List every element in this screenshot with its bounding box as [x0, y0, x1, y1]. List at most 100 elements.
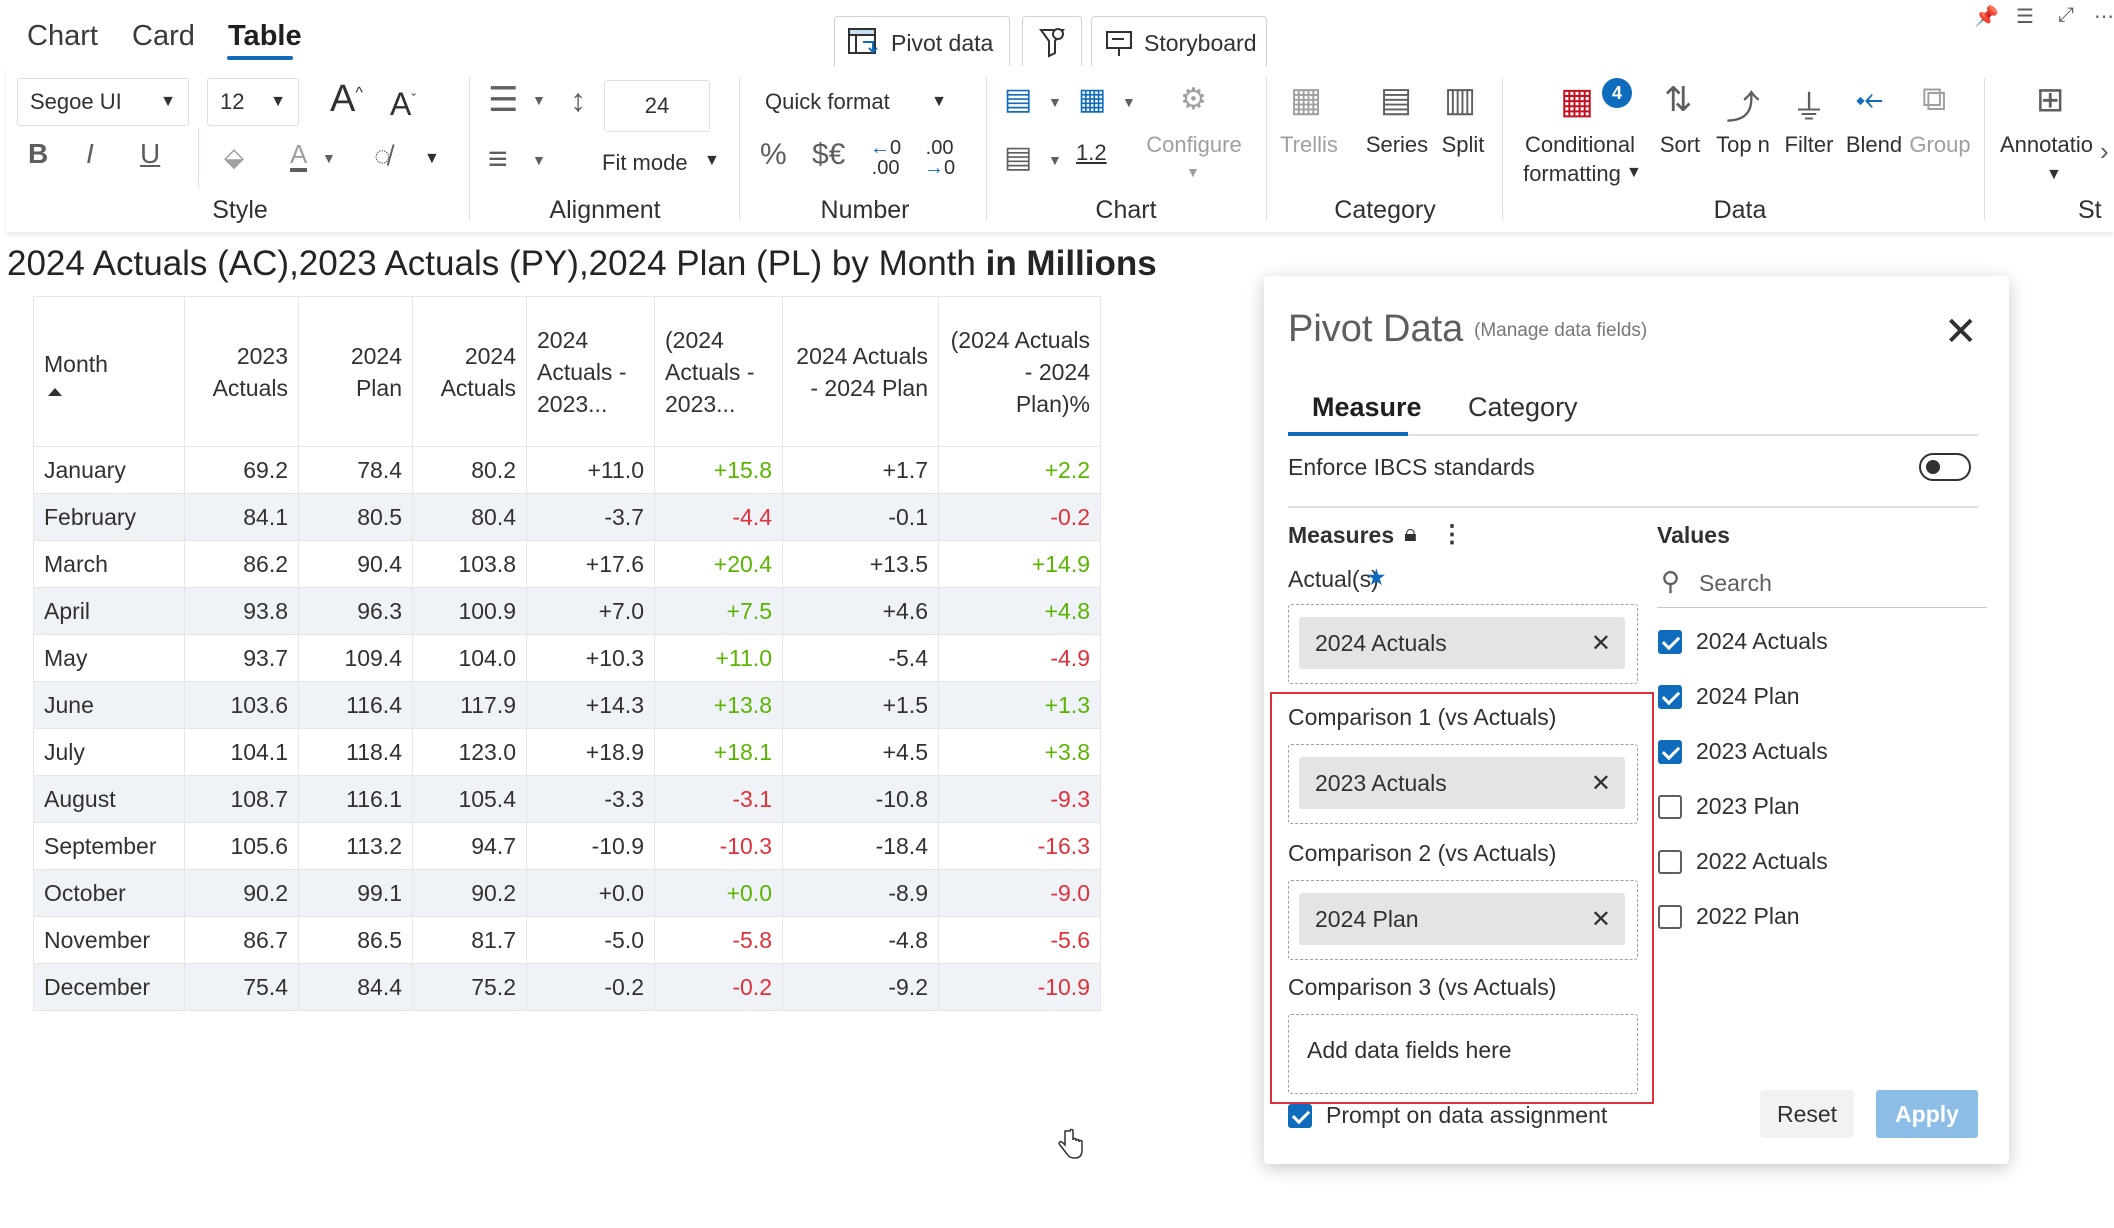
series-icon[interactable]: ▤: [1380, 80, 1412, 120]
increase-font-icon[interactable]: A^: [330, 78, 363, 121]
checkbox-unchecked[interactable]: [1658, 849, 1682, 874]
value-checkbox-row[interactable]: 2022 Actuals: [1658, 848, 1828, 875]
expand-icon[interactable]: ⤢: [2058, 4, 2074, 27]
group-label[interactable]: Group: [1908, 130, 1972, 160]
row-height-icon[interactable]: ↕: [570, 82, 586, 119]
chevron-down-icon[interactable]: ▼: [322, 150, 336, 166]
horizontal-align-icon[interactable]: ☰: [488, 80, 518, 120]
sort-label[interactable]: Sort: [1654, 130, 1706, 160]
chevron-down-icon[interactable]: ▼: [1048, 94, 1062, 110]
increase-decimal-button[interactable]: .00 →0: [924, 138, 955, 178]
bar-layout-icon[interactable]: ▤: [1004, 82, 1032, 117]
chevron-down-icon[interactable]: ▼: [532, 152, 546, 168]
filter-funnel-button[interactable]: [1022, 16, 1082, 70]
pivot-data-button[interactable]: Pivot data: [834, 16, 1010, 70]
font-color-icon[interactable]: A: [290, 140, 308, 172]
decrease-font-icon[interactable]: Aˇ: [390, 86, 416, 123]
scale-value[interactable]: 1.2: [1076, 138, 1107, 168]
annotation-label[interactable]: Annotatio: [2000, 130, 2104, 160]
checkbox-unchecked[interactable]: [1658, 904, 1682, 929]
split-icon[interactable]: ▥: [1444, 80, 1476, 120]
column-header[interactable]: 2024 Actuals - 2023...: [526, 296, 655, 447]
blend-icon[interactable]: ⤝: [1856, 80, 1883, 119]
actuals-dropzone[interactable]: 2024 Actuals ✕: [1288, 604, 1638, 684]
tab-card[interactable]: Card: [132, 20, 195, 53]
chevron-down-icon[interactable]: ▼: [1626, 164, 1642, 182]
lock-icon[interactable]: 🔒︎: [1404, 520, 1417, 548]
close-icon[interactable]: ✕: [1944, 312, 1978, 352]
underline-icon[interactable]: U: [140, 138, 160, 170]
value-checkbox-row[interactable]: 2022 Plan: [1658, 903, 1800, 930]
top-n-label[interactable]: Top n: [1710, 130, 1776, 160]
more-vertical-icon[interactable]: ⋮: [1440, 520, 1464, 549]
column-header-month[interactable]: Month: [33, 296, 185, 447]
top-n-icon[interactable]: ⤴: [1726, 80, 1760, 129]
sort-ascending-icon[interactable]: [48, 387, 62, 396]
series-label[interactable]: Series: [1364, 130, 1430, 160]
decrease-decimal-button[interactable]: ←0.00: [870, 138, 901, 178]
configure-icon[interactable]: ⚙: [1180, 82, 1207, 117]
value-checkbox-row[interactable]: 2024 Actuals: [1658, 628, 1828, 655]
split-label[interactable]: Split: [1430, 130, 1496, 160]
filter-label[interactable]: Filter: [1778, 130, 1840, 160]
column-header[interactable]: (2024 Actuals - 2024 Plan)%: [938, 296, 1101, 447]
conditional-formatting-icon[interactable]: ▦: [1560, 80, 1594, 122]
italic-icon[interactable]: I: [86, 138, 94, 170]
chart-layout-icon[interactable]: ▦: [1078, 82, 1106, 117]
filter-lines-icon[interactable]: ☰: [2016, 4, 2034, 29]
trellis-label[interactable]: Trellis: [1276, 130, 1342, 160]
chevron-down-icon[interactable]: ▼: [2046, 166, 2062, 184]
value-checkbox-row[interactable]: 2023 Actuals: [1658, 738, 1828, 765]
row-height-input[interactable]: 24: [604, 80, 710, 132]
configure-label[interactable]: Configure: [1146, 130, 1242, 160]
font-family-dropdown[interactable]: Segoe UI ▼: [17, 78, 189, 126]
column-header[interactable]: (2024 Actuals - 2023...: [654, 296, 783, 447]
chevron-right-icon[interactable]: ›: [2100, 136, 2109, 167]
currency-icon[interactable]: $€: [812, 138, 845, 172]
apply-button[interactable]: Apply: [1876, 1090, 1978, 1138]
bold-icon[interactable]: B: [28, 138, 48, 170]
prompt-checkbox-row[interactable]: Prompt on data assignment: [1288, 1102, 1607, 1129]
tab-table[interactable]: Table: [228, 20, 302, 53]
conditional-formatting-label-2[interactable]: formatting: [1512, 159, 1632, 189]
tab-chart[interactable]: Chart: [27, 20, 98, 53]
vertical-align-icon[interactable]: ≡: [488, 140, 508, 179]
checkbox-checked[interactable]: [1658, 739, 1682, 764]
quick-format-dropdown[interactable]: Quick format ▼: [752, 78, 960, 126]
value-checkbox-row[interactable]: 2023 Plan: [1658, 793, 1800, 820]
blend-label[interactable]: Blend: [1844, 130, 1904, 160]
chevron-down-icon[interactable]: ▼: [1122, 94, 1136, 110]
more-options-icon[interactable]: ⋯: [2094, 4, 2114, 29]
chevron-down-icon[interactable]: ▼: [532, 92, 546, 108]
hide-eye-icon[interactable]: ◌̸: [374, 140, 391, 172]
column-header[interactable]: 2024 Actuals: [412, 296, 527, 447]
percent-icon[interactable]: %: [760, 138, 787, 172]
sort-icon[interactable]: ⇅: [1664, 80, 1693, 120]
column-header[interactable]: 2024 Plan: [298, 296, 413, 447]
column-header[interactable]: 2023 Actuals: [184, 296, 299, 447]
value-checkbox-row[interactable]: 2024 Plan: [1658, 683, 1800, 710]
checkbox-checked[interactable]: [1658, 629, 1682, 654]
storyboard-button[interactable]: Storyboard: [1091, 16, 1267, 70]
font-size-dropdown[interactable]: 12 ▼: [207, 78, 299, 126]
chevron-down-icon[interactable]: ▼: [704, 152, 720, 170]
trellis-icon[interactable]: ▦: [1290, 80, 1322, 120]
chevron-down-icon[interactable]: ▼: [1186, 164, 1200, 180]
pin-icon[interactable]: 📌: [1974, 4, 1999, 29]
checkbox-checked[interactable]: [1288, 1103, 1312, 1128]
axis-layout-icon[interactable]: ▤: [1004, 140, 1032, 175]
remove-icon[interactable]: ✕: [1591, 629, 1611, 658]
checkbox-unchecked[interactable]: [1658, 794, 1682, 819]
values-search-input[interactable]: ⚲ Search: [1657, 562, 1987, 608]
conditional-formatting-label-1[interactable]: Conditional: [1512, 130, 1648, 160]
tab-measure[interactable]: Measure: [1312, 392, 1422, 423]
filter-icon[interactable]: ⏚: [1792, 80, 1826, 129]
annotation-icon[interactable]: ⊞: [2036, 80, 2065, 120]
fill-color-icon[interactable]: ⬙: [224, 142, 244, 173]
chevron-down-icon[interactable]: ▼: [1048, 152, 1062, 168]
checkbox-checked[interactable]: [1658, 684, 1682, 709]
chevron-down-icon[interactable]: ▼: [424, 150, 440, 168]
field-chip[interactable]: 2024 Actuals ✕: [1299, 617, 1625, 669]
group-icon[interactable]: ⧉: [1922, 80, 1946, 119]
reset-button[interactable]: Reset: [1760, 1090, 1854, 1138]
